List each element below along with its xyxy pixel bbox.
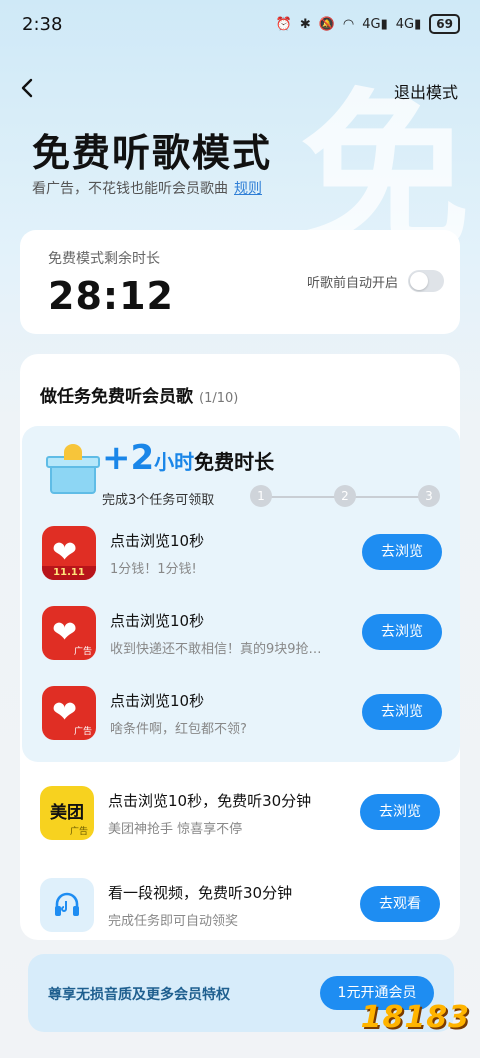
task-row: 看一段视频，免费听30分钟 完成任务即可自动领奖 去观看 (20, 870, 460, 940)
rules-link[interactable]: 规则 (234, 181, 262, 197)
chevron-left-icon (21, 78, 33, 98)
alarm-icon: ⏰ (275, 16, 292, 32)
status-icons: ⏰ ✱ 🔕 ◠ 4G▮ 4G▮ 69 (276, 14, 460, 34)
vip-banner-text: 尊享无损音质及更多会员特权 (48, 987, 230, 1003)
browse-button[interactable]: 去浏览 (362, 694, 442, 730)
step-dot: 3 (418, 485, 440, 507)
remaining-time-label: 免费模式剩余时长 (48, 251, 160, 267)
task-title: 点击浏览10秒，免费听30分钟 (108, 792, 312, 810)
top-nav: 退出模式 (0, 70, 480, 110)
toggle-knob (410, 272, 428, 290)
task-progress-count: (1/10) (199, 391, 239, 406)
status-time: 2:38 (22, 14, 63, 35)
pinduoduo-icon: ❤ 11.11 (42, 526, 96, 580)
task-desc: 完成任务即可自动领奖 (108, 914, 239, 929)
signal-1-icon: 4G▮ (362, 16, 388, 32)
browse-button[interactable]: 去浏览 (362, 534, 442, 570)
subtitle-text: 看广告，不花钱也能听会员歌曲 (32, 181, 228, 197)
auto-enable-label: 听歌前自动开启 (306, 276, 398, 291)
remaining-time-card: 免费模式剩余时长 28:12 听歌前自动开启 (20, 230, 460, 334)
pinduoduo-icon: ❤ 广告 (42, 606, 96, 660)
task-row: ❤ 11.11 点击浏览10秒 1分钱！1分钱! 去浏览 (22, 518, 460, 590)
watermark-logo: 18183 (360, 1000, 470, 1035)
task-desc: 收到快递还不敢相信！真的9块9抢… (110, 642, 322, 657)
page-subtitle: 看广告，不花钱也能听会员歌曲 规则 (32, 178, 262, 198)
reward-box: +2小时免费时长 完成3个任务可领取 1 2 3 ❤ 11.11 点击浏览10秒 … (22, 426, 460, 762)
task-row: ❤ 广告 点击浏览10秒 啥条件啊，红包都不领? 去浏览 (22, 678, 460, 750)
task-desc: 1分钱！1分钱! (110, 562, 197, 577)
task-desc: 啥条件啊，红包都不领? (110, 722, 247, 737)
mute-icon: 🔕 (318, 16, 335, 32)
task-row: 美团 广告 点击浏览10秒，免费听30分钟 美团神抢手 惊喜享不停 去浏览 (20, 778, 460, 850)
signal-2-icon: 4G▮ (395, 16, 422, 32)
remaining-time-value: 28:12 (48, 274, 174, 318)
browse-button[interactable]: 去浏览 (360, 794, 440, 830)
page-title: 免费听歌模式 (32, 131, 273, 175)
task-row: ❤ 广告 点击浏览10秒 收到快递还不敢相信！真的9块9抢… 去浏览 (22, 598, 460, 670)
task-heading: 做任务免费听会员歌 (1/10) (40, 387, 239, 407)
exit-mode-button[interactable]: 退出模式 (394, 79, 458, 103)
headphones-icon (40, 878, 94, 932)
back-button[interactable] (14, 74, 42, 102)
reward-subtitle: 完成3个任务可领取 (102, 493, 215, 508)
step-dot: 2 (334, 485, 356, 507)
watch-button[interactable]: 去观看 (360, 886, 440, 922)
task-title: 点击浏览10秒 (110, 692, 205, 710)
auto-enable-toggle[interactable] (408, 270, 444, 292)
wifi-icon: ◠ (342, 16, 355, 32)
task-title: 点击浏览10秒 (110, 532, 205, 550)
reward-title: +2小时免费时长 (102, 438, 275, 478)
task-card: 做任务免费听会员歌 (1/10) +2小时免费时长 完成3个任务可领取 1 2 3… (20, 354, 460, 940)
step-dot: 1 (250, 485, 272, 507)
pinduoduo-icon: ❤ 广告 (42, 686, 96, 740)
reward-steps: 1 2 3 (250, 485, 440, 509)
task-title: 看一段视频，免费听30分钟 (108, 884, 293, 902)
battery-icon: 69 (429, 14, 460, 34)
bluetooth-icon: ✱ (299, 16, 311, 32)
gift-box-icon (44, 444, 102, 494)
meituan-icon: 美团 广告 (40, 786, 94, 840)
browse-button[interactable]: 去浏览 (362, 614, 442, 650)
status-bar: 2:38 ⏰ ✱ 🔕 ◠ 4G▮ 4G▮ 69 (0, 0, 480, 50)
task-title: 点击浏览10秒 (110, 612, 205, 630)
task-desc: 美团神抢手 惊喜享不停 (108, 822, 243, 837)
